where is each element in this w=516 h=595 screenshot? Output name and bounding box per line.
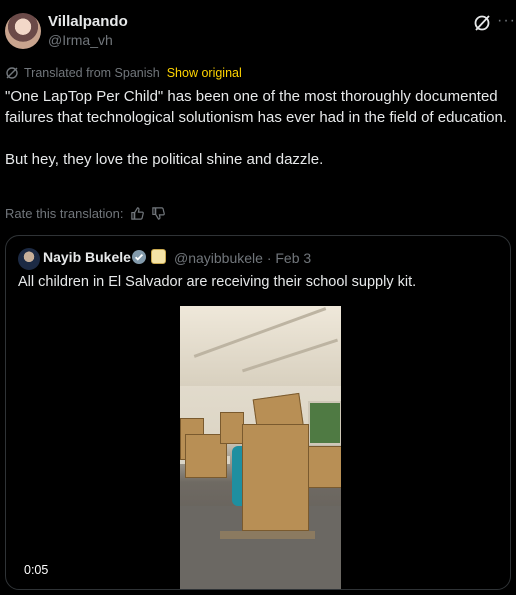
tweet-text: "One LapTop Per Child" has been one of t… xyxy=(5,88,507,168)
verified-badge-icon xyxy=(132,250,146,264)
rate-label: Rate this translation: xyxy=(5,206,124,221)
video-frame-box xyxy=(305,446,341,488)
video-frame-box xyxy=(242,424,309,531)
thumbs-up-icon[interactable] xyxy=(130,206,145,221)
affiliate-badge-icon[interactable] xyxy=(151,249,166,264)
quoted-tweet[interactable]: Nayib Bukele @nayibbukele · Feb 3 All ch… xyxy=(5,235,511,590)
quote-author-name[interactable]: Nayib Bukele xyxy=(43,249,131,265)
translation-notice: Translated from Spanish Show original xyxy=(5,66,242,80)
quote-text: All children in El Salvador are receivin… xyxy=(18,274,417,290)
video-frame-desk xyxy=(220,531,315,539)
author-name[interactable]: Villalpando xyxy=(48,13,128,30)
rate-translation: Rate this translation: xyxy=(5,206,166,221)
video-frame-window xyxy=(308,401,341,445)
author-avatar[interactable] xyxy=(5,13,41,49)
author-handle[interactable]: @Irma_vh xyxy=(48,32,113,48)
video-player[interactable] xyxy=(180,306,341,589)
grok-icon[interactable] xyxy=(472,13,492,33)
translated-label: Translated from Spanish xyxy=(24,66,160,80)
quote-avatar[interactable] xyxy=(18,248,40,270)
thumbs-down-icon[interactable] xyxy=(151,206,166,221)
show-original-link[interactable]: Show original xyxy=(167,66,242,80)
quote-handle-date[interactable]: @nayibbukele · Feb 3 xyxy=(174,250,311,266)
translate-icon xyxy=(6,67,18,79)
video-frame-box xyxy=(220,412,244,444)
more-icon[interactable]: ··· xyxy=(497,12,516,30)
video-timestamp: 0:05 xyxy=(24,563,49,577)
